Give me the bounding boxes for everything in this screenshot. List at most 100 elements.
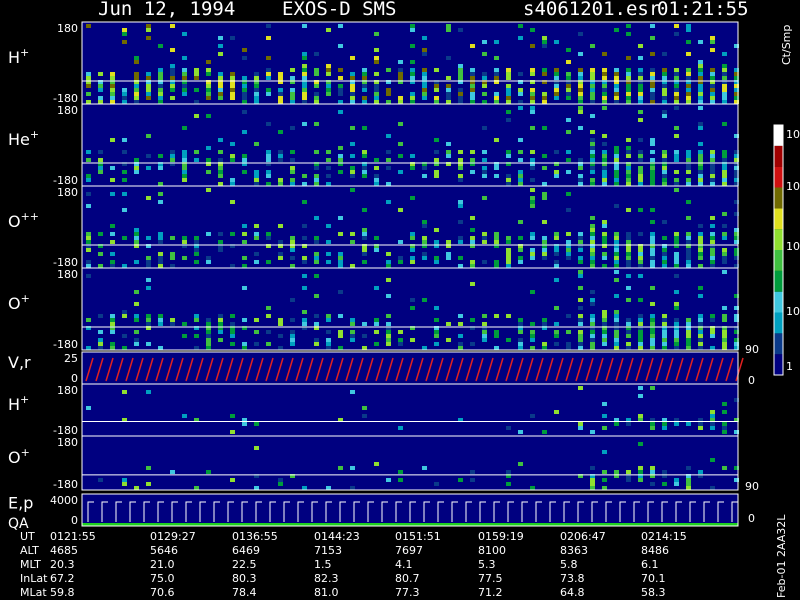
spectrogram-cell [278,334,283,338]
spectrogram-cell [122,314,127,318]
spectrogram-cell [722,252,727,256]
spectrogram-cell [266,158,271,162]
spectrogram-cell [602,182,607,186]
spectrogram-cell [134,92,139,96]
panel-ytick-bottom: 0 [71,514,78,527]
spectrogram-cell [674,322,679,326]
spectrogram-cell [494,314,499,318]
spectrogram-cell [530,414,535,418]
spectrogram-cell [638,298,643,302]
spectrogram-cell [122,32,127,36]
panel-ytick-top: 180 [57,186,78,199]
spectrogram-cell [158,318,163,322]
spectrogram-cell [302,286,307,290]
spectrogram-cell [554,96,559,100]
spectrogram-cell [506,426,511,430]
spectrogram-cell [602,334,607,338]
spectrogram-cell [698,158,703,162]
spectrogram-cell [626,422,631,426]
spectrogram-cell [362,100,367,104]
spectrogram-cell [566,240,571,244]
spectrogram-cell [626,150,631,154]
spectrogram-cell [662,334,667,338]
spectrogram-cell [578,158,583,162]
spectrogram-cell [350,174,355,178]
spectrogram-cell [698,338,703,342]
spectrogram-cell [434,240,439,244]
spectrogram-cell [650,286,655,290]
spectrogram-cell [638,170,643,174]
spectrogram-cell [194,100,199,104]
spectrogram-cell [386,334,391,338]
spectrogram-cell [302,236,307,240]
spectrogram-cell [590,482,595,486]
spectrogram-cell [350,88,355,92]
spectrogram-cell [602,72,607,76]
spectrogram-cell [266,36,271,40]
spectrogram-cell [578,322,583,326]
spectrogram-cell [134,240,139,244]
spectrogram-cell [326,68,331,72]
spectrogram-cell [554,306,559,310]
spectrogram-cell [338,88,343,92]
spectrogram-cell [434,256,439,260]
spectrogram-cell [458,28,463,32]
spectrogram-cell [686,166,691,170]
spectrogram-cell [626,68,631,72]
spectrogram-cell [698,330,703,334]
spectrogram-cell [422,88,427,92]
spectrogram-cell [362,252,367,256]
spectrogram-cell [146,24,151,28]
spectrogram-cell [110,192,115,196]
footer-cell: 21.0 [150,558,175,571]
spectrogram-cell [398,260,403,264]
spectrogram-cell [326,346,331,350]
spectrogram-cell [614,252,619,256]
spectrogram-cell [134,56,139,60]
spectrogram-cell [614,248,619,252]
spectrogram-cell [290,256,295,260]
spectrogram-cell [650,72,655,76]
spectrogram-cell [446,240,451,244]
spectrogram-cell [158,72,163,76]
panel-label: E,p [8,493,33,512]
spectrogram-cell [326,338,331,342]
spectrogram-cell [158,240,163,244]
spectrogram-cell [98,252,103,256]
spectrogram-cell [686,256,691,260]
spectrogram-cell [110,76,115,80]
spectrogram-cell [86,100,91,104]
spectrogram-cell [374,462,379,466]
spectrogram-cell [686,178,691,182]
spectrogram-cell [602,252,607,256]
spectrogram-cell [542,40,547,44]
spectrogram-cell [134,96,139,100]
spectrogram-cell [122,96,127,100]
spectrogram-cell [650,92,655,96]
spectrogram-cell [602,100,607,104]
spectrogram-cell [314,252,319,256]
spectrogram-cell [326,28,331,32]
spectrogram-cell [614,232,619,236]
spectrogram-cell [686,334,691,338]
spectrogram-cell [662,318,667,322]
spectrogram-cell [674,84,679,88]
spectrogram-cell [470,260,475,264]
spectrogram-cell [674,338,679,342]
spectrogram-cell [650,24,655,28]
spectrogram-cell [386,330,391,334]
spectrogram-cell [506,236,511,240]
spectrogram-cell [698,72,703,76]
spectrogram-cell [662,114,667,118]
spectrogram-cell [590,346,595,350]
spectrogram-cell [698,126,703,130]
spectrogram-cell [722,466,727,470]
spectrogram-cell [638,84,643,88]
spectrogram-cell [542,154,547,158]
spectrogram-cell [86,76,91,80]
spectrogram-cell [566,346,571,350]
spectrogram-cell [494,174,499,178]
spectrogram-cell [590,334,595,338]
spectrogram-cell [218,158,223,162]
spectrogram-cell [422,96,427,100]
